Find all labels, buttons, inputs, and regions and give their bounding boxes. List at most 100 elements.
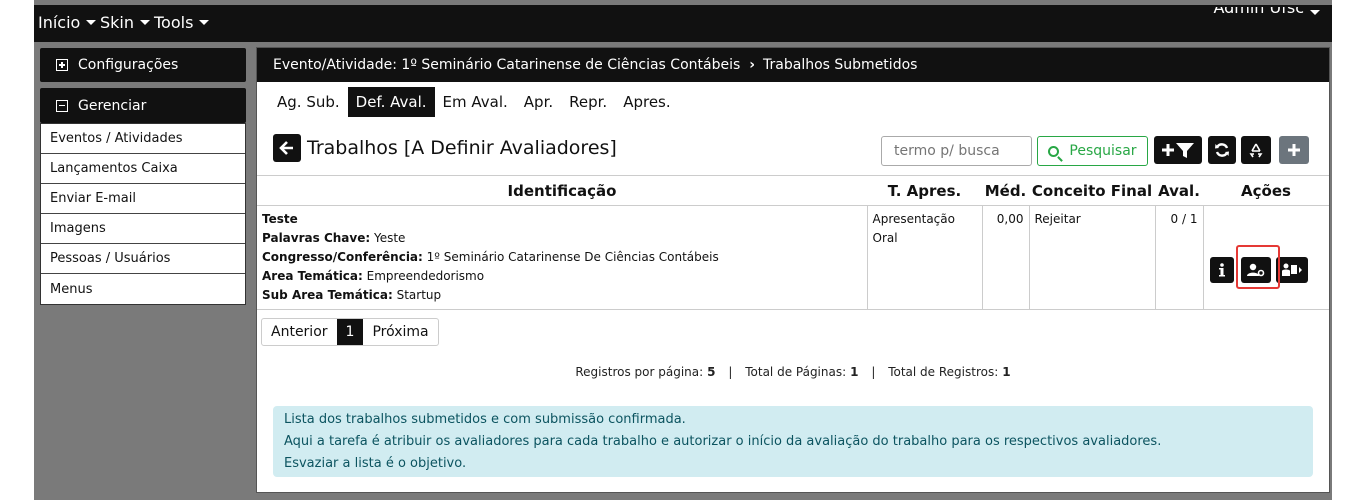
info-line-1: Lista dos trabalhos submetidos e com sub…	[284, 412, 686, 427]
tab-apr[interactable]: Apr.	[516, 87, 561, 117]
pagination: Anterior 1 Próxima	[261, 318, 439, 346]
cell-aval: 0 / 1	[1154, 205, 1203, 310]
menu-inicio-label: Início	[38, 13, 81, 32]
sidebar-item-menus[interactable]: Menus	[41, 274, 245, 304]
tab-ag-sub[interactable]: Ag. Sub.	[269, 87, 348, 117]
chevron-down-icon	[140, 20, 151, 25]
work-title: Teste	[262, 212, 298, 226]
chevron-down-icon	[86, 20, 97, 25]
col-med[interactable]: Méd.	[982, 175, 1029, 206]
sidebar-item-lancamentos[interactable]: Lançamentos Caixa	[41, 154, 245, 184]
sidebar-configuracoes[interactable]: Configurações	[40, 48, 246, 82]
add-filter-icon	[1162, 143, 1194, 158]
expand-icon	[56, 59, 68, 71]
subarea-label: Sub Area Temática:	[262, 288, 393, 302]
chevron-down-icon	[199, 20, 210, 25]
col-conceito-final[interactable]: Conceito Final	[1029, 175, 1155, 206]
chevron-down-icon	[1310, 9, 1320, 15]
search-button-label: Pesquisar	[1069, 143, 1137, 159]
main-panel: Evento/Atividade: 1º Seminário Catarinen…	[256, 47, 1330, 493]
chevron-right-icon: ›	[749, 57, 756, 73]
search-button[interactable]: Pesquisar	[1037, 136, 1148, 166]
tab-em-aval[interactable]: Em Aval.	[435, 87, 516, 117]
keywords-value: Yeste	[373, 231, 406, 245]
refresh-icon	[1215, 143, 1229, 157]
app-frame: Início Skin Tools Admin Ufsc Configuraçõ…	[34, 0, 1332, 500]
info-alert: Lista dos trabalhos submetidos e com sub…	[273, 406, 1313, 477]
highlight-box	[1236, 245, 1280, 289]
cell-identificacao: Teste Palavras Chave: Yeste Congresso/Co…	[257, 205, 867, 310]
sidebar-item-pessoas[interactable]: Pessoas / Usuários	[41, 244, 245, 274]
sidebar-item-email[interactable]: Enviar E-mail	[41, 184, 245, 214]
info-line-2: Aqui a tarefa é atribuir os avaliadores …	[284, 434, 1162, 449]
records-value: 1	[1002, 365, 1011, 379]
breadcrumb-page: Trabalhos Submetidos	[763, 57, 918, 73]
sidebar-item-imagens[interactable]: Imagens	[41, 214, 245, 244]
table-row: Teste Palavras Chave: Yeste Congresso/Co…	[257, 205, 1329, 310]
user-presentation-icon	[1282, 263, 1302, 276]
menu-skin[interactable]: Skin	[100, 13, 151, 32]
pagination-page-1[interactable]: 1	[336, 319, 364, 345]
collapse-icon	[56, 99, 68, 112]
table-header-row: Identificação T. Apres. Méd. Conceito Fi…	[257, 175, 1329, 206]
col-t-apres[interactable]: T. Apres.	[867, 175, 982, 206]
recycle-icon	[1249, 143, 1263, 158]
area-label: Area Temática:	[262, 269, 363, 283]
per-page-label: Registros por página:	[575, 365, 704, 379]
cell-conceito: Rejeitar	[1028, 205, 1155, 310]
presentation-button[interactable]	[1276, 257, 1308, 283]
add-filter-button[interactable]	[1154, 136, 1202, 164]
sidebar-gerenciar[interactable]: Gerenciar	[40, 88, 246, 123]
area-value: Empreendedorismo	[366, 269, 485, 283]
sidebar-configuracoes-label: Configurações	[78, 57, 179, 73]
user-name: Admin Ufsc	[1213, 7, 1304, 17]
info-line-3: Esvaziar a lista é o objetivo.	[284, 456, 467, 471]
arrow-left-icon	[279, 141, 293, 155]
refresh-button[interactable]	[1208, 136, 1236, 164]
col-aval[interactable]: Aval.	[1155, 175, 1203, 206]
pages-value: 1	[850, 365, 859, 379]
sidebar-menu: Eventos / Atividades Lançamentos Caixa E…	[40, 123, 246, 305]
sidebar-item-eventos[interactable]: Eventos / Atividades	[41, 124, 245, 154]
tab-repr[interactable]: Repr.	[561, 87, 615, 117]
breadcrumb-event[interactable]: Evento/Atividade: 1º Seminário Catarinen…	[273, 57, 740, 73]
separator: |	[871, 365, 876, 379]
info-button[interactable]	[1210, 257, 1234, 283]
search-input[interactable]	[881, 136, 1032, 166]
records-summary: Registros por página: 5 | Total de Página…	[257, 365, 1329, 379]
back-button[interactable]	[273, 134, 301, 162]
page-title: Trabalhos [A Definir Avaliadores]	[307, 137, 617, 159]
cell-t-apres: Apresentação Oral	[866, 205, 982, 310]
search-icon	[1048, 145, 1060, 157]
pagination-prev[interactable]: Anterior	[262, 319, 337, 345]
menu-tools-label: Tools	[154, 13, 194, 32]
menu-skin-label: Skin	[100, 13, 135, 32]
recycle-button[interactable]	[1241, 136, 1271, 164]
menu-tools[interactable]: Tools	[154, 13, 210, 32]
cell-med: 0,00	[981, 205, 1029, 310]
sidebar-gerenciar-label: Gerenciar	[78, 97, 147, 114]
records-label: Total de Registros:	[888, 365, 999, 379]
tab-bar: Ag. Sub. Def. Aval. Em Aval. Apr. Repr. …	[269, 87, 679, 117]
separator: |	[728, 365, 733, 379]
breadcrumb: Evento/Atividade: 1º Seminário Catarinen…	[257, 48, 1329, 82]
pages-label: Total de Páginas:	[745, 365, 847, 379]
subarea-value: Startup	[396, 288, 442, 302]
page-title-row: Trabalhos [A Definir Avaliadores]	[273, 134, 617, 162]
menu-inicio[interactable]: Início	[38, 13, 97, 32]
keywords-label: Palavras Chave:	[262, 231, 371, 245]
add-button[interactable]	[1279, 136, 1309, 164]
congress-value: 1º Seminário Catarinense De Ciências Con…	[426, 250, 719, 264]
tab-def-aval[interactable]: Def. Aval.	[347, 87, 435, 117]
tab-apres[interactable]: Apres.	[615, 87, 678, 117]
pagination-next[interactable]: Próxima	[363, 319, 437, 345]
plus-icon	[1288, 144, 1300, 156]
works-table: Identificação T. Apres. Méd. Conceito Fi…	[257, 175, 1329, 310]
user-menu[interactable]: Admin Ufsc	[1213, 7, 1320, 25]
congress-label: Congresso/Conferência:	[262, 250, 423, 264]
col-identificacao[interactable]: Identificação	[257, 175, 867, 206]
col-acoes: Ações	[1203, 175, 1329, 206]
info-icon	[1219, 263, 1225, 277]
per-page-value: 5	[707, 365, 716, 379]
top-navbar: Início Skin Tools Admin Ufsc	[34, 5, 1332, 42]
